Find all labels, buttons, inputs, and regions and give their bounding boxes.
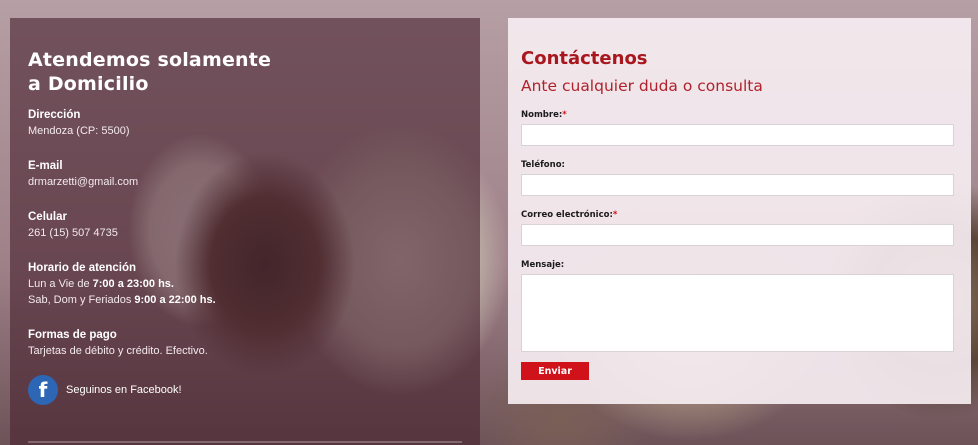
phone-value[interactable]: 261 (15) 507 4735: [28, 225, 462, 241]
email-input[interactable]: [521, 224, 954, 246]
facebook-link[interactable]: f Seguinos en Facebook!: [28, 375, 462, 405]
email-field-group: Correo electrónico:*: [521, 204, 955, 246]
payment-block: Formas de pago Tarjetas de débito y créd…: [28, 328, 462, 359]
hours-label: Horario de atención: [28, 262, 136, 274]
required-mark: *: [612, 210, 618, 220]
message-field-group: Mensaje:: [521, 254, 955, 352]
address-block: Dirección Mendoza (CP: 5500): [28, 108, 462, 139]
phone-block: Celular 261 (15) 507 4735: [28, 210, 462, 241]
hours-weekday: Lun a Vie de 7:00 a 23:00 hs.: [28, 276, 462, 292]
contact-form: Contáctenos Ante cualquier duda o consul…: [508, 18, 971, 404]
hours-weekend-prefix: Sab, Dom y Feriados: [28, 294, 135, 306]
submit-button[interactable]: Enviar: [521, 362, 589, 380]
name-label: Nombre:*: [521, 110, 567, 120]
message-label: Mensaje:: [521, 260, 565, 270]
name-input[interactable]: [521, 124, 954, 146]
address-label: Dirección: [28, 109, 81, 121]
phone-field-group: Teléfono:: [521, 154, 955, 196]
required-mark: *: [562, 110, 567, 120]
hours-weekend-time: 9:00 a 22:00 hs.: [134, 294, 216, 306]
contact-info-panel: Atendemos solamente a Domicilio Direcció…: [10, 18, 480, 445]
name-field-group: Nombre:*: [521, 104, 955, 146]
hours-weekend: Sab, Dom y Feriados 9:00 a 22:00 hs.: [28, 292, 462, 308]
payment-label: Formas de pago: [28, 329, 117, 341]
contact-title: Contáctenos: [521, 48, 648, 69]
divider: [28, 441, 462, 443]
facebook-link-text[interactable]: Seguinos en Facebook!: [66, 384, 182, 396]
email-block: E-mail drmarzetti@gmail.com: [28, 159, 462, 190]
email-field-label: Correo electrónico:*: [521, 210, 618, 220]
facebook-icon[interactable]: f: [28, 375, 58, 405]
message-textarea[interactable]: [521, 274, 954, 352]
contact-subtitle: Ante cualquier duda o consulta: [521, 77, 763, 95]
info-title: Atendemos solamente a Domicilio: [28, 49, 272, 95]
hours-block: Horario de atención Lun a Vie de 7:00 a …: [28, 261, 462, 308]
email-label: E-mail: [28, 160, 63, 172]
address-value: Mendoza (CP: 5500): [28, 125, 130, 137]
payment-value: Tarjetas de débito y crédito. Efectivo.: [28, 345, 208, 357]
hours-weekday-prefix: Lun a Vie de: [28, 278, 93, 290]
phone-field-label: Teléfono:: [521, 160, 565, 170]
phone-input[interactable]: [521, 174, 954, 196]
hours-weekday-time: 7:00 a 23:00 hs.: [92, 278, 174, 290]
email-value[interactable]: drmarzetti@gmail.com: [28, 174, 462, 190]
phone-label: Celular: [28, 211, 67, 223]
